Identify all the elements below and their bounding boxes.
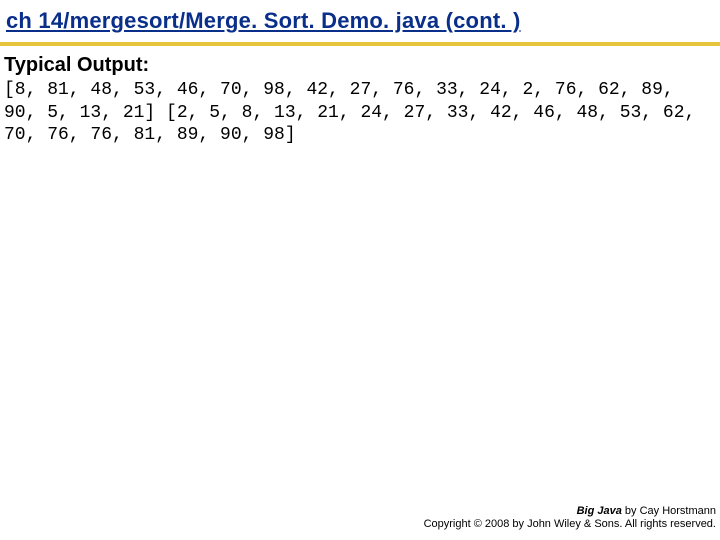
byline: by Cay Horstmann [622,505,716,517]
title-underline-rule [0,42,720,46]
footer-line-1: Big Java by Cay Horstmann [424,505,716,519]
book-title: Big Java [577,505,622,517]
slide: ch 14/mergesort/Merge. Sort. Demo. java … [0,0,720,540]
footer-line-2: Copyright © 2008 by John Wiley & Sons. A… [424,518,716,532]
output-text: [8, 81, 48, 53, 46, 70, 98, 42, 27, 76, … [0,79,720,147]
slide-title: ch 14/mergesort/Merge. Sort. Demo. java … [0,0,720,40]
footer: Big Java by Cay Horstmann Copyright © 20… [424,505,716,533]
output-heading: Typical Output: [0,54,720,79]
